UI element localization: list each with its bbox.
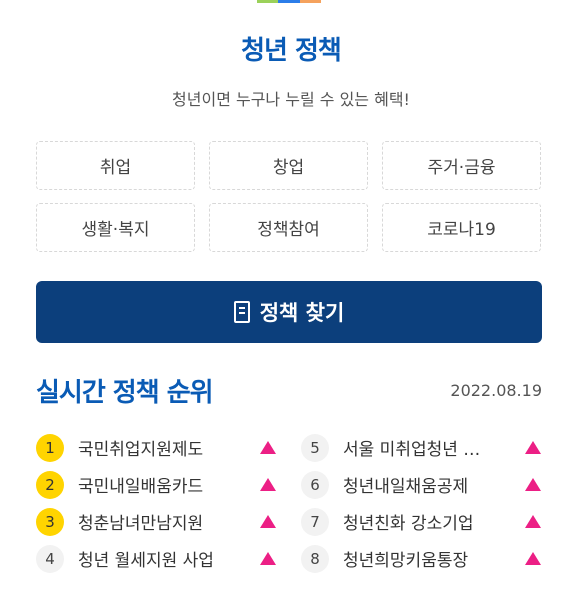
rank-policy-name: 청년친화 강소기업 [343,514,474,534]
ranking-item-7[interactable]: 7 청년친화 강소기업 [301,503,541,540]
rank-number: 6 [301,470,329,499]
ranking-item-6[interactable]: 6 청년내일채움공제 [301,466,541,503]
top-bar-green [257,0,279,3]
rank-policy-name: 청년희망키움통장 [343,551,469,571]
rank-policy-name: 국민취업지원제도 [78,440,204,460]
rank-number: 4 [36,544,64,573]
top-bar-orange [299,0,321,3]
category-startup[interactable]: 창업 [209,141,368,190]
ranking-title: 실시간 정책 순위 [36,378,214,408]
find-policy-label: 정책 찾기 [259,301,345,325]
trend-up-icon [525,515,541,528]
category-employment[interactable]: 취업 [36,141,195,190]
category-living-welfare[interactable]: 생활·복지 [36,203,195,252]
trend-up-icon [260,441,276,454]
rank-number: 1 [36,433,64,462]
category-housing-finance[interactable]: 주거·금융 [382,141,541,190]
ranking-list-left: 1 국민취업지원제도 2 국민내일배움카드 3 청춘남녀만남지원 4 청년 월세… [36,429,276,577]
ranking-item-4[interactable]: 4 청년 월세지원 사업 [36,540,276,577]
rank-policy-name: 서울 미취업청년 … [343,440,481,460]
rank-number: 2 [36,470,64,499]
trend-up-icon [260,478,276,491]
trend-up-icon [525,441,541,454]
ranking-list-right: 5 서울 미취업청년 … 6 청년내일채움공제 7 청년친화 강소기업 8 청년… [301,429,541,577]
rank-number: 5 [301,433,329,462]
book-icon [233,301,250,323]
ranking-date: 2022.08.19 [450,381,542,400]
page-subtitle: 청년이면 누구나 누릴 수 있는 혜택! [172,90,410,109]
trend-up-icon [260,552,276,565]
rank-policy-name: 국민내일배움카드 [78,477,204,497]
trend-up-icon [525,478,541,491]
find-policy-button[interactable]: 정책 찾기 [36,281,542,343]
rank-number: 3 [36,507,64,536]
category-participation[interactable]: 정책참여 [209,203,368,252]
top-bar-blue [278,0,300,3]
rank-policy-name: 청년내일채움공제 [343,477,469,497]
ranking-item-8[interactable]: 8 청년희망키움통장 [301,540,541,577]
ranking-item-2[interactable]: 2 국민내일배움카드 [36,466,276,503]
rank-policy-name: 청춘남녀만남지원 [78,514,204,534]
category-grid: 취업 창업 주거·금융 생활·복지 정책참여 코로나19 [36,141,542,252]
ranking-item-1[interactable]: 1 국민취업지원제도 [36,429,276,466]
trend-up-icon [525,552,541,565]
ranking-item-5[interactable]: 5 서울 미취업청년 … [301,429,541,466]
ranking-item-3[interactable]: 3 청춘남녀만남지원 [36,503,276,540]
rank-number: 8 [301,544,329,573]
rank-number: 7 [301,507,329,536]
rank-policy-name: 청년 월세지원 사업 [78,551,214,571]
top-color-bar [257,0,321,3]
trend-up-icon [260,515,276,528]
page-title: 청년 정책 [241,36,342,66]
category-corona19[interactable]: 코로나19 [382,203,541,252]
